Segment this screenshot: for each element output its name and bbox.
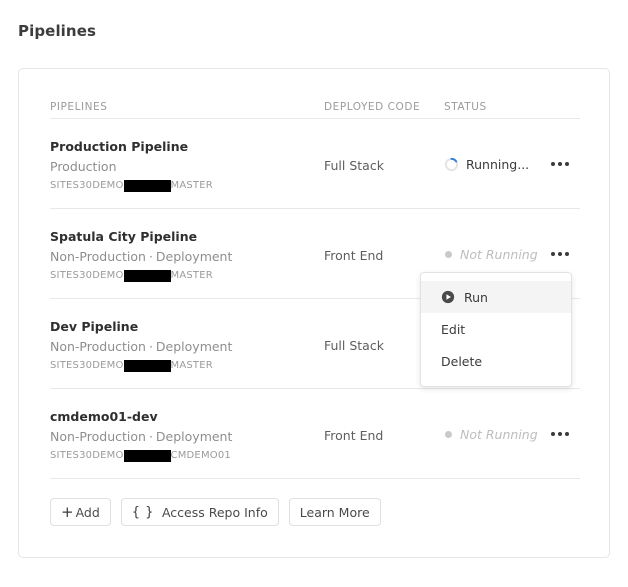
repo-prefix: SITES30DEMO xyxy=(50,270,124,281)
table-row[interactable]: cmdemo01-dev Non-Production · Deployment S… xyxy=(50,389,580,479)
pipeline-environment-label: Non-Production xyxy=(50,249,146,264)
pipeline-name: Dev Pipeline xyxy=(50,319,139,334)
card-footer-actions: + Add { } Access Repo Info Learn More xyxy=(50,498,381,526)
status-dot-icon xyxy=(445,251,452,258)
page-title: Pipelines xyxy=(18,22,97,40)
menu-item-edit[interactable]: Edit xyxy=(421,313,571,345)
menu-item-run[interactable]: Run xyxy=(421,281,571,313)
pipelines-page: Pipelines PIPELINES DEPLOYED CODE STATUS… xyxy=(0,0,628,587)
pipeline-info-cell: cmdemo01-dev Non-Production · Deployment S… xyxy=(50,408,324,464)
pipeline-environment-label: Non-Production xyxy=(50,429,146,444)
repo-branch: MASTER xyxy=(170,180,213,191)
row-actions-cell xyxy=(549,138,580,169)
pipeline-environment-label: Non-Production xyxy=(50,339,146,354)
status-label: Not Running xyxy=(460,427,538,442)
row-actions-cell xyxy=(549,408,580,439)
ellipsis-icon[interactable] xyxy=(549,249,571,259)
ellipsis-icon[interactable] xyxy=(549,159,571,169)
pipeline-environment: Non-Production · Deployment xyxy=(50,246,324,268)
pipeline-repo: SITES30DEMO MASTER xyxy=(50,178,324,194)
access-repo-info-label: Access Repo Info xyxy=(161,504,268,520)
menu-item-delete[interactable]: Delete xyxy=(421,345,571,377)
repo-branch: CMDEMO01 xyxy=(170,450,231,461)
separator: · xyxy=(148,339,153,354)
separator: · xyxy=(148,429,153,444)
menu-item-edit-label: Edit xyxy=(441,321,466,337)
menu-item-run-label: Run xyxy=(464,289,488,305)
pipeline-info-cell: Spatula City Pipeline Non-Production · Dep… xyxy=(50,228,324,284)
access-repo-info-button[interactable]: { } Access Repo Info xyxy=(120,498,279,526)
column-header-status: STATUS xyxy=(444,101,487,113)
table-row[interactable]: Production Pipeline Production SITES30DE… xyxy=(50,119,580,209)
repo-branch: MASTER xyxy=(170,270,213,281)
pipeline-type-label: Deployment xyxy=(155,429,233,444)
running-spinner-icon xyxy=(444,157,459,172)
status-dot-icon xyxy=(445,431,452,438)
separator: · xyxy=(148,249,153,264)
redaction-bar xyxy=(123,180,171,192)
repo-prefix: SITES30DEMO xyxy=(50,450,124,461)
add-button[interactable]: + Add xyxy=(50,498,111,526)
status-cell: Not Running xyxy=(444,228,549,262)
row-actions-dropdown: Run Edit Delete xyxy=(420,272,572,387)
table-header-row: PIPELINES DEPLOYED CODE STATUS xyxy=(50,97,580,119)
status-cell: Running... xyxy=(444,138,549,172)
redaction-bar xyxy=(123,360,171,372)
menu-item-delete-label: Delete xyxy=(441,353,483,369)
pipeline-type-label: Deployment xyxy=(155,339,233,354)
pipeline-environment: Non-Production · Deployment xyxy=(50,336,324,358)
status-label: Not Running xyxy=(460,247,538,262)
redaction-bar xyxy=(123,270,171,282)
pipeline-environment: Non-Production · Deployment xyxy=(50,426,324,448)
status-label: Running... xyxy=(466,157,530,172)
status-cell: Not Running xyxy=(444,408,549,442)
pipeline-environment: Production xyxy=(50,156,324,178)
pipeline-info-cell: Dev Pipeline Non-Production · Deployment S… xyxy=(50,318,324,374)
pipeline-repo: SITES30DEMO CMDEMO01 xyxy=(50,448,324,464)
learn-more-label: Learn More xyxy=(299,504,370,520)
pipeline-repo: SITES30DEMO MASTER xyxy=(50,358,324,374)
repo-prefix: SITES30DEMO xyxy=(50,360,124,371)
repo-prefix: SITES30DEMO xyxy=(50,180,124,191)
learn-more-button[interactable]: Learn More xyxy=(288,498,381,526)
play-circle-icon xyxy=(441,290,455,304)
deployed-code-value: Front End xyxy=(324,428,384,443)
row-actions-cell xyxy=(549,228,580,259)
column-header-deployed-code: DEPLOYED CODE xyxy=(324,101,421,113)
pipeline-name: Production Pipeline xyxy=(50,139,189,154)
deployed-code-value: Full Stack xyxy=(324,158,384,173)
column-header-pipelines: PIPELINES xyxy=(50,101,108,113)
redaction-bar xyxy=(123,450,171,462)
pipeline-repo: SITES30DEMO MASTER xyxy=(50,268,324,284)
ellipsis-icon[interactable] xyxy=(549,429,571,439)
pipeline-environment-label: Production xyxy=(50,159,117,174)
pipeline-type-label: Deployment xyxy=(155,249,233,264)
plus-icon: + xyxy=(61,502,74,521)
pipeline-info-cell: Production Pipeline Production SITES30DE… xyxy=(50,138,324,194)
pipeline-name: Spatula City Pipeline xyxy=(50,229,198,244)
deployed-code-value: Front End xyxy=(324,248,384,263)
curly-braces-icon: { } xyxy=(131,504,154,520)
add-button-label: Add xyxy=(75,504,100,520)
pipeline-name: cmdemo01-dev xyxy=(50,409,158,424)
repo-branch: MASTER xyxy=(170,360,213,371)
